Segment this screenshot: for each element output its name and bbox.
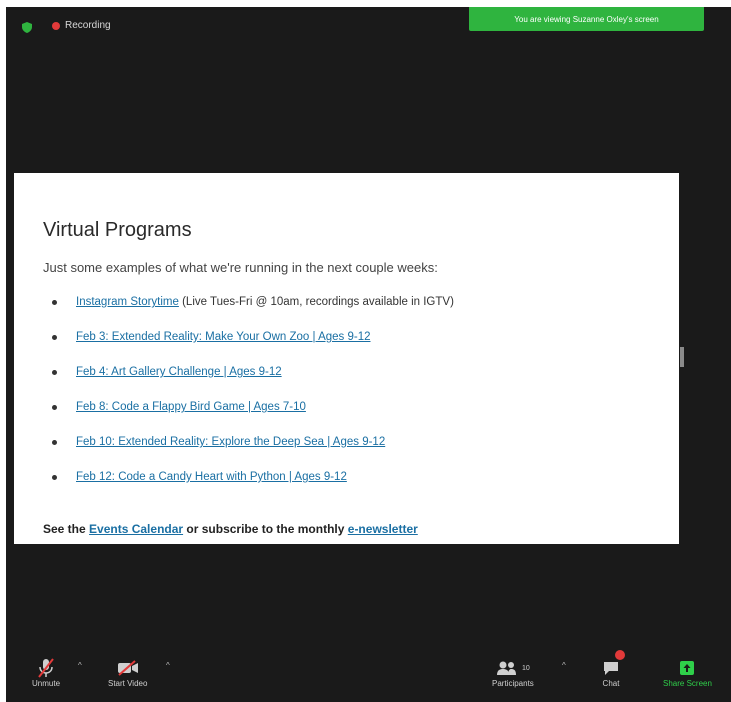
list-item: Feb 8: Code a Flappy Bird Game | Ages 7-… — [52, 399, 454, 434]
zoom-meeting-window: Recording You are viewing Suzanne Oxley'… — [6, 7, 731, 702]
slide-title: Virtual Programs — [43, 219, 192, 241]
program-note: (Live Tues-Fri @ 10am, recordings availa… — [178, 296, 454, 308]
audio-options-caret[interactable]: ^ — [78, 661, 82, 670]
bullet — [52, 300, 57, 305]
viewing-screen-banner[interactable]: You are viewing Suzanne Oxley's screen — [469, 7, 704, 31]
events-calendar-link[interactable]: Events Calendar — [89, 522, 183, 536]
participants-icon: 10 — [496, 657, 530, 679]
unmute-button[interactable]: Unmute — [32, 657, 60, 688]
chat-button[interactable]: Chat — [602, 650, 625, 688]
program-link[interactable]: Instagram Storytime — [76, 296, 179, 308]
share-screen-label: Share Screen — [663, 679, 712, 688]
bullet — [52, 370, 57, 375]
list-item: Feb 10: Extended Reality: Explore the De… — [52, 434, 454, 469]
program-link[interactable]: Feb 12: Code a Candy Heart with Python |… — [76, 471, 347, 483]
footer-middle: or subscribe to the monthly — [183, 522, 348, 536]
mic-muted-icon — [38, 657, 54, 679]
bullet — [52, 440, 57, 445]
shared-screen: Virtual Programs Just some examples of w… — [14, 173, 679, 544]
program-list: Instagram Storytime (Live Tues-Fri @ 10a… — [52, 294, 454, 504]
share-screen-button[interactable]: Share Screen — [663, 657, 712, 688]
chat-icon — [602, 650, 625, 679]
chat-notification-badge — [615, 650, 625, 660]
start-video-button[interactable]: Start Video — [108, 657, 147, 688]
top-bar: Recording You are viewing Suzanne Oxley'… — [6, 7, 731, 45]
program-link[interactable]: Feb 10: Extended Reality: Explore the De… — [76, 436, 385, 448]
chat-label: Chat — [602, 679, 620, 688]
video-off-icon — [117, 657, 139, 679]
start-video-label: Start Video — [108, 679, 148, 688]
recording-label: Recording — [65, 20, 111, 31]
program-link[interactable]: Feb 4: Art Gallery Challenge | Ages 9-12 — [76, 366, 282, 378]
resize-handle[interactable] — [680, 347, 684, 367]
list-item: Feb 3: Extended Reality: Make Your Own Z… — [52, 329, 454, 364]
list-item: Feb 12: Code a Candy Heart with Python |… — [52, 469, 454, 504]
unmute-label: Unmute — [32, 679, 61, 688]
bullet — [52, 475, 57, 480]
footer-prefix: See the — [43, 522, 90, 536]
bullet — [52, 335, 57, 340]
list-item: Feb 4: Art Gallery Challenge | Ages 9-12 — [52, 364, 454, 399]
slide-footer: See the Events Calendar or subscribe to … — [43, 522, 418, 536]
share-screen-icon — [679, 657, 695, 679]
participants-count: 10 — [522, 664, 530, 672]
recording-icon — [52, 22, 60, 30]
participants-label: Participants — [492, 679, 534, 688]
shield-icon[interactable] — [22, 21, 32, 33]
video-options-caret[interactable]: ^ — [166, 661, 170, 670]
slide-subtitle: Just some examples of what we're running… — [43, 260, 438, 275]
program-link[interactable]: Feb 3: Extended Reality: Make Your Own Z… — [76, 331, 371, 343]
participants-button[interactable]: 10 Participants — [492, 657, 534, 688]
bullet — [52, 405, 57, 410]
e-newsletter-link[interactable]: e-newsletter — [348, 522, 418, 536]
program-link[interactable]: Feb 8: Code a Flappy Bird Game | Ages 7-… — [76, 401, 306, 413]
meeting-toolbar: Unmute ^ Start Video ^ 10 Participants ^… — [6, 650, 731, 702]
list-item: Instagram Storytime (Live Tues-Fri @ 10a… — [52, 294, 454, 329]
participants-options-caret[interactable]: ^ — [562, 661, 566, 670]
